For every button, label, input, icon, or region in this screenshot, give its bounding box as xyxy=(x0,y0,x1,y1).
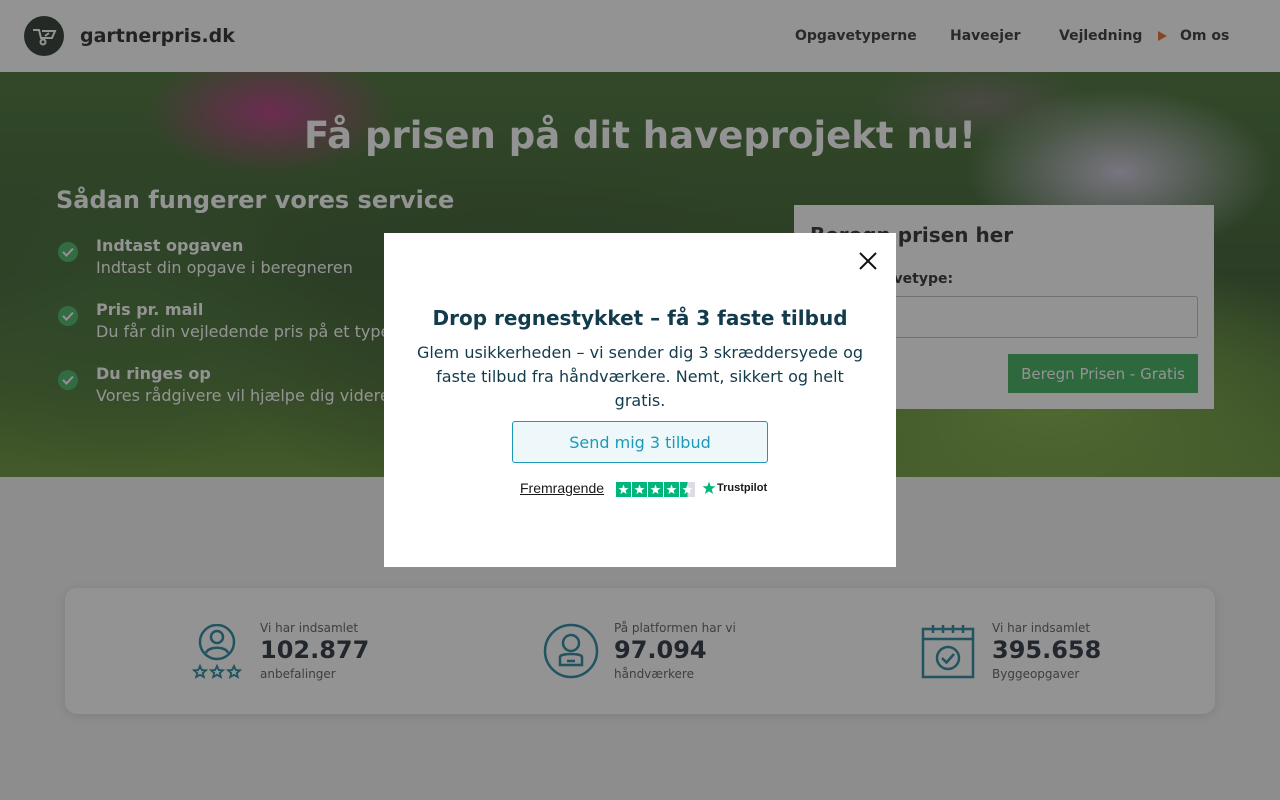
send-offers-button[interactable]: Send mig 3 tilbud xyxy=(512,421,768,463)
star-icon xyxy=(648,482,663,497)
star-icon xyxy=(664,482,679,497)
star-icon xyxy=(632,482,647,497)
half-star-icon xyxy=(680,482,695,497)
trustpilot-rating[interactable]: Fremragende xyxy=(520,480,604,496)
trustpilot-stars[interactable] xyxy=(616,482,696,497)
star-icon xyxy=(616,482,631,497)
trustpilot-logo[interactable]: Trustpilot xyxy=(702,481,767,495)
modal-title: Drop regnestykket – få 3 faste tilbud xyxy=(432,306,848,330)
trustpilot-star-icon xyxy=(702,481,716,494)
trustpilot-brand: Trustpilot xyxy=(717,482,768,494)
close-icon[interactable] xyxy=(856,249,880,273)
modal-text: Glem usikkerheden – vi sender dig 3 skræ… xyxy=(416,343,864,410)
